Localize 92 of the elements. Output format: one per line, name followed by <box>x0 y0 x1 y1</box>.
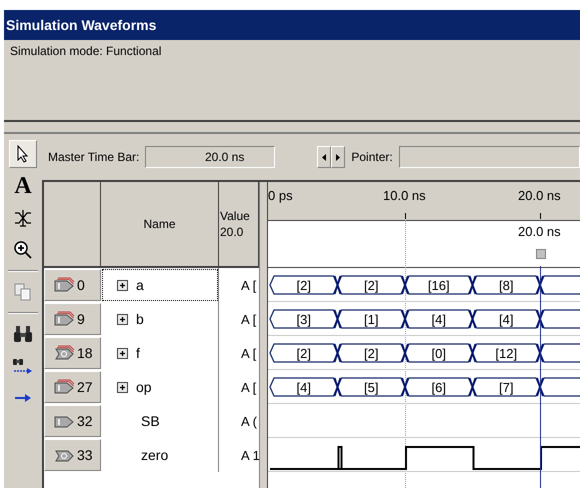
bus-value: [7] <box>499 380 514 395</box>
bus-segment <box>404 343 474 363</box>
bus-value: [1] <box>364 312 378 327</box>
transition-mark <box>536 309 544 329</box>
transition-mark <box>536 343 544 363</box>
master-time-bar-label: Master Time Bar: <box>48 150 140 164</box>
tick-mark <box>405 213 406 219</box>
signal-value: A [ <box>241 312 256 326</box>
bus-value: [2] <box>296 278 311 293</box>
cursor-time-label: 20.0 ns <box>518 224 561 239</box>
binoculars-icon <box>13 325 33 343</box>
signal-name-cell[interactable]: op <box>101 370 219 404</box>
right-arrow-icon <box>336 154 340 160</box>
transition-mark <box>401 343 409 363</box>
arrow-right-icon <box>14 393 32 403</box>
bus-value: [4] <box>296 380 311 395</box>
time-label: 0 ps <box>268 188 293 203</box>
signal-index-button[interactable]: 33 <box>44 439 101 471</box>
bus-segment <box>404 275 474 295</box>
transition-mark <box>468 343 476 363</box>
bus-segment <box>336 275 406 295</box>
copy-icon <box>14 283 32 301</box>
bus-value: [4] <box>499 312 514 327</box>
next-button[interactable] <box>331 146 346 168</box>
transition-mark <box>334 275 342 295</box>
zoom-icon <box>13 240 33 260</box>
signal-name-cell[interactable]: b <box>101 302 219 336</box>
signal-index-button[interactable]: 18 <box>44 337 101 369</box>
simulation-mode-text: Simulation mode: Functional <box>10 44 162 58</box>
signal-value: A [ <box>241 278 256 292</box>
bus-segment <box>336 309 406 329</box>
signal-index-button[interactable]: 32 <box>44 405 101 437</box>
signal-value: A ( <box>241 414 257 428</box>
pointer-label: Pointer: <box>351 150 393 164</box>
time-label: 20.0 ns <box>518 188 561 203</box>
signal-name-cell[interactable]: f <box>101 336 219 370</box>
transition-mark <box>468 309 476 329</box>
bus-value: [8] <box>499 278 514 293</box>
signal-name-cell[interactable]: SB <box>101 404 219 438</box>
bus-value: [16] <box>428 278 450 293</box>
bus-segment <box>404 377 474 397</box>
bus-value: [2] <box>364 278 378 293</box>
pointer-icon <box>17 145 29 163</box>
transition-mark <box>536 275 544 295</box>
pane-splitter[interactable] <box>259 182 268 488</box>
transition-mark <box>334 377 342 397</box>
expand-icon[interactable] <box>117 280 128 290</box>
cursor-handle[interactable] <box>536 249 546 259</box>
transition-mark <box>401 275 409 295</box>
find-next-icon <box>12 356 34 376</box>
bus-value: [2] <box>296 346 311 361</box>
bus-value: [3] <box>296 312 311 327</box>
expand-icon[interactable] <box>117 382 128 392</box>
bus-segment <box>336 377 406 397</box>
window-title: Simulation Waveforms <box>6 17 156 33</box>
column-header: Name <box>143 217 176 231</box>
signal-index-button[interactable]: 9 <box>44 303 101 335</box>
transition-mark <box>334 309 342 329</box>
pointer-field[interactable] <box>398 146 580 168</box>
signal-value: A 1 <box>241 448 259 462</box>
bus-value: [4] <box>432 312 446 327</box>
transition-mark <box>401 309 409 329</box>
waveform-edit-icon <box>13 209 33 227</box>
bus-value: [5] <box>364 380 378 395</box>
bus-value: [0] <box>432 346 446 361</box>
tick-mark <box>540 213 541 219</box>
bus-value: [6] <box>432 380 446 395</box>
transition-mark <box>401 377 409 397</box>
column-header: Value <box>220 209 250 223</box>
signal-value: A [ <box>241 346 256 360</box>
master-time-bar-field[interactable]: 20.0 ns <box>145 146 276 168</box>
signal-index-button[interactable]: 0 <box>44 269 101 301</box>
left-arrow-icon <box>322 154 326 160</box>
expand-icon[interactable] <box>117 314 128 324</box>
transition-mark <box>536 377 544 397</box>
signal-name-cell[interactable]: a <box>101 268 219 302</box>
time-label: 10.0 ns <box>383 188 426 203</box>
signal-name-cell[interactable]: zero <box>101 438 219 472</box>
bus-value: [12] <box>495 346 518 361</box>
bus-segment <box>404 309 474 329</box>
transition-mark <box>334 343 342 363</box>
column-subheader: 20.0 <box>220 225 244 239</box>
bus-value: [2] <box>364 346 378 361</box>
text-tool-button[interactable]: A <box>9 172 37 200</box>
previous-button[interactable] <box>317 146 332 168</box>
signal-value: A [ <box>241 380 256 394</box>
pointer-tool-button[interactable] <box>9 140 37 168</box>
bus-segment <box>336 343 406 363</box>
expand-icon[interactable] <box>117 348 128 358</box>
transition-mark <box>468 275 476 295</box>
transition-mark <box>468 377 476 397</box>
signal-index-button[interactable]: 27 <box>44 371 101 403</box>
